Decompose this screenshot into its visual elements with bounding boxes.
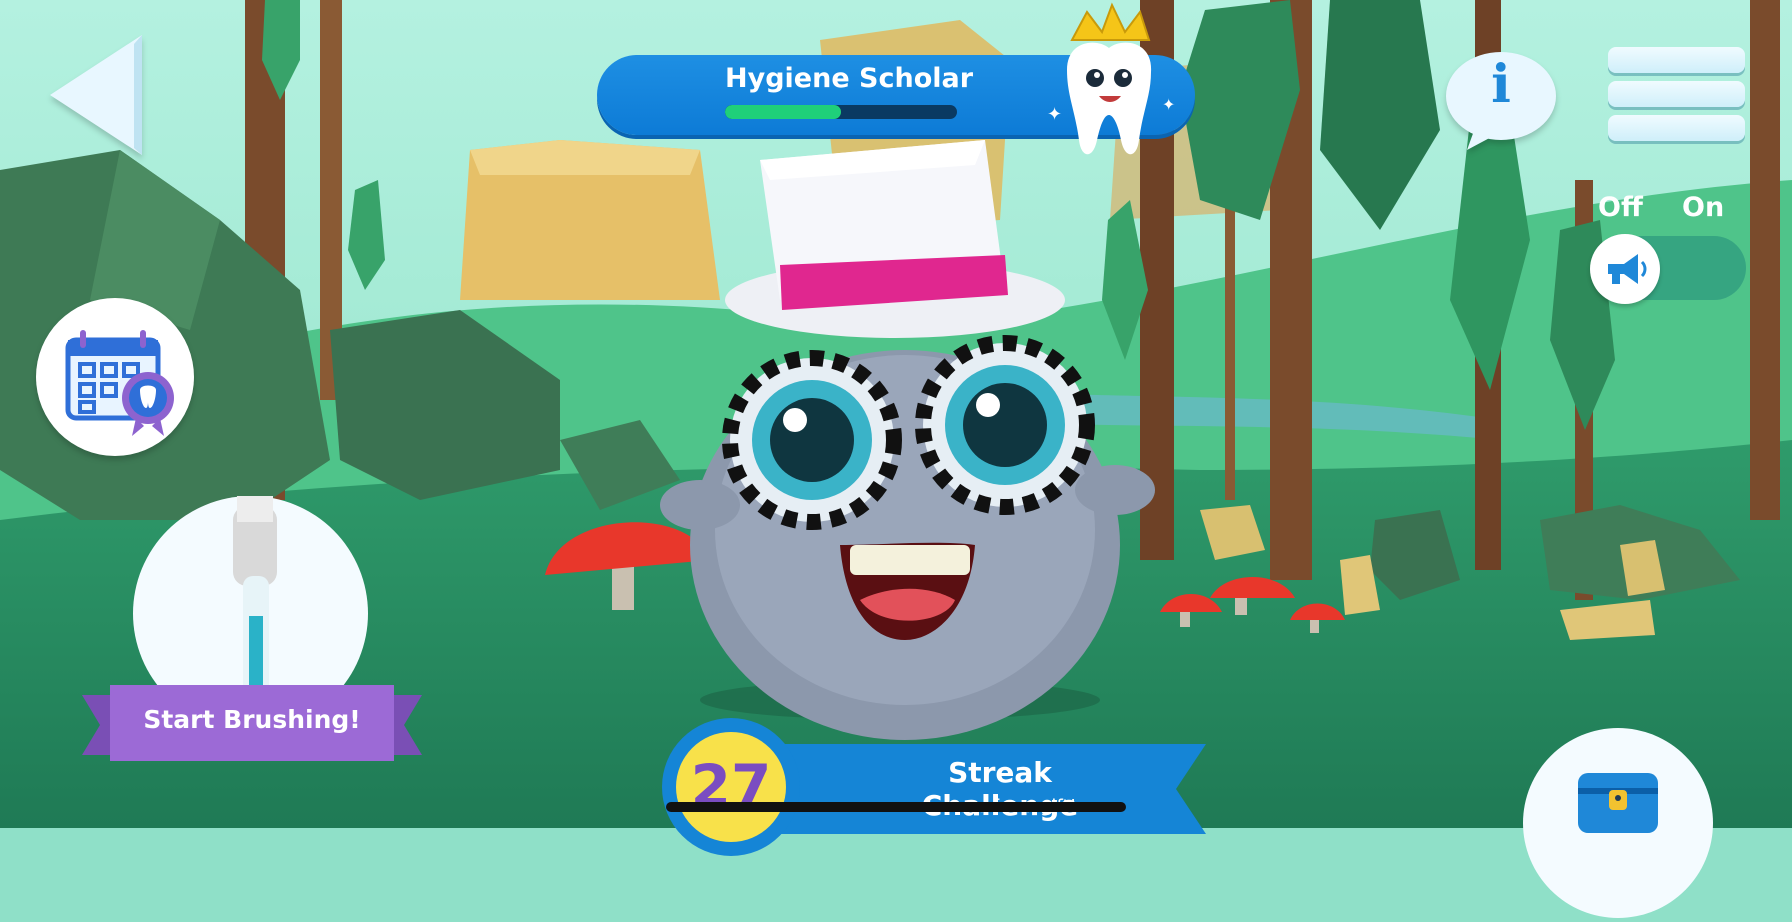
calendar-button[interactable] [36,298,194,456]
svg-text:✦: ✦ [1047,104,1062,125]
sound-toggle-labels: Off On [1590,192,1766,228]
toggle-off-label: Off [1598,192,1643,223]
toggle-on-label: On [1682,192,1725,223]
back-arrow-icon [50,35,142,155]
menu-button[interactable] [1608,45,1745,145]
svg-text:✦: ✦ [1162,95,1175,114]
sound-toggle[interactable] [1590,232,1746,304]
back-button[interactable] [42,30,152,160]
home-indicator[interactable] [666,802,1126,812]
crowned-tooth-icon: ✦ ✦ [1047,2,1175,155]
info-icon: i [1491,54,1511,115]
toggle-knob[interactable] [1590,234,1660,304]
menu-line [1608,81,1745,107]
level-progress-bar [725,105,957,119]
calendar-icon [65,330,174,436]
level-title: Hygiene Scholar [725,63,974,94]
start-brushing-ribbon[interactable]: Start Brushing! [82,683,422,773]
menu-line [1608,47,1745,73]
start-brushing-label: Start Brushing! [143,705,361,734]
megaphone-icon [1608,254,1647,284]
treasure-chest-button[interactable] [1523,728,1713,918]
chest-icon [1578,773,1658,833]
menu-line [1608,115,1745,141]
info-button[interactable]: i [1445,50,1565,150]
level-progress-fill [725,105,841,119]
level-banner[interactable]: Hygiene Scholar ✦ ✦ [597,2,1195,155]
